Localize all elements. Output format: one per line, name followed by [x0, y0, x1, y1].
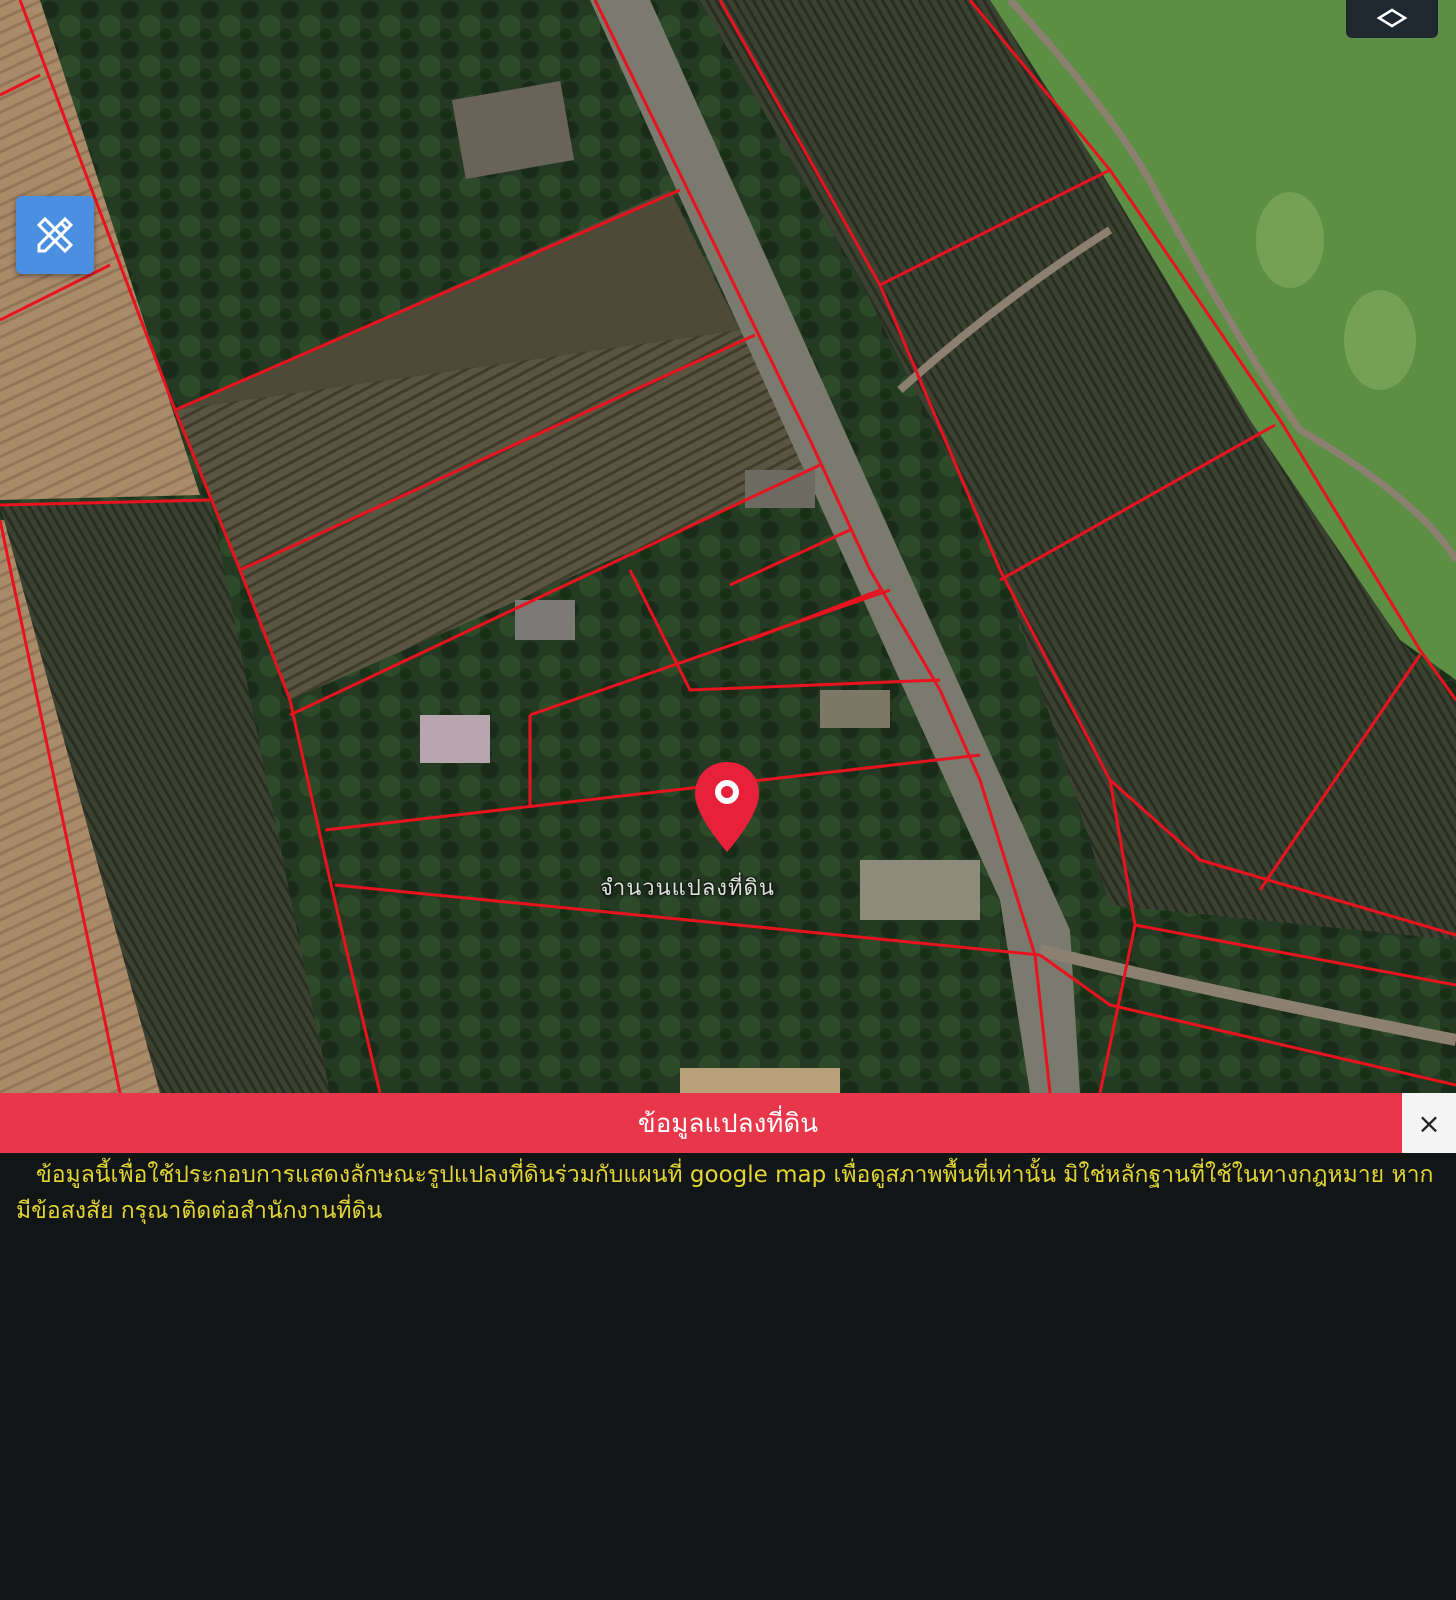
marker-label: จำนวนแปลงที่ดิน	[600, 876, 775, 901]
layer-toggle-button[interactable]	[1346, 0, 1438, 38]
panel-header: ข้อมูลแปลงที่ดิน ×	[0, 1093, 1456, 1153]
close-button[interactable]: ×	[1402, 1093, 1456, 1153]
layers-icon	[1376, 8, 1408, 28]
map-imagery: เลขโฉนดที่ดินxxxx66หน้าสำรวจxxxx65เลขที่…	[0, 0, 1456, 1093]
disclaimer-text: ข้อมูลนี้เพื่อใช้ประกอบการแสดงลักษณะรูปแ…	[16, 1162, 1434, 1224]
panel-title: ข้อมูลแปลงที่ดิน	[637, 1108, 819, 1139]
parcel-info-panel: ข้อมูลแปลงที่ดิน × ข้อมูลนี้เพื่อใช้ประก…	[0, 1093, 1456, 1600]
close-icon: ×	[1417, 1106, 1441, 1140]
parcel-location-marker[interactable]	[692, 760, 762, 854]
map-pin-icon	[695, 762, 759, 852]
ruler-pencil-icon	[36, 216, 74, 254]
satellite-map[interactable]: เลขโฉนดที่ดินxxxx66หน้าสำรวจxxxx65เลขที่…	[0, 0, 1456, 1093]
draw-measure-button[interactable]	[16, 196, 94, 274]
